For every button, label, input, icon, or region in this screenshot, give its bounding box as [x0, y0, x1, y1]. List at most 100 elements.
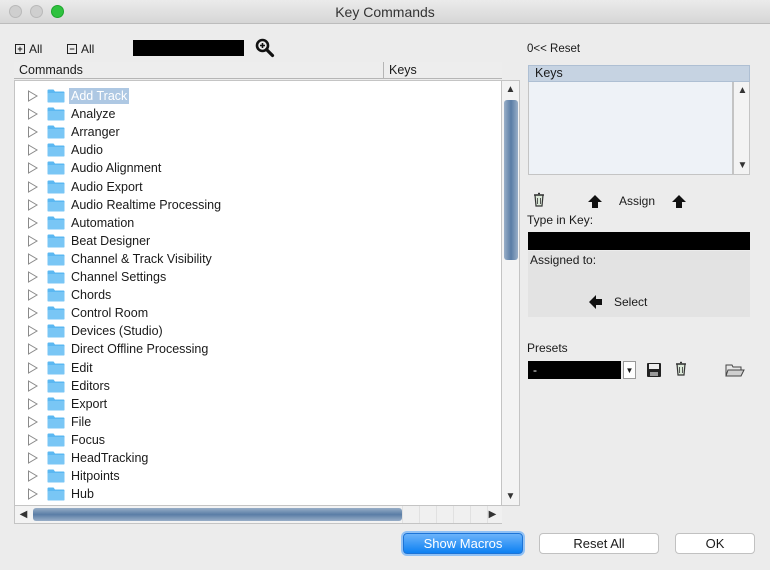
- disclosure-triangle-icon[interactable]: [27, 325, 38, 338]
- command-category-row[interactable]: Direct Offline Processing: [15, 340, 501, 358]
- disclosure-triangle-icon[interactable]: [27, 343, 38, 356]
- command-category-row[interactable]: Channel & Track Visibility: [15, 250, 501, 268]
- command-category-row[interactable]: Beat Designer: [15, 232, 501, 250]
- disclosure-triangle-icon[interactable]: [27, 108, 38, 120]
- command-category-label: Channel Settings: [71, 270, 167, 284]
- folder-icon: [47, 361, 65, 374]
- disclosure-triangle-icon[interactable]: [27, 180, 38, 193]
- command-category-row[interactable]: Export: [15, 395, 501, 413]
- command-category-label: Hitpoints: [71, 469, 120, 484]
- disclosure-triangle-icon[interactable]: [27, 379, 38, 392]
- command-category-label: Export: [71, 396, 108, 411]
- trash-icon[interactable]: [673, 361, 689, 377]
- command-category-label: Edit: [71, 360, 93, 375]
- commands-tree[interactable]: Add Track Analyze Arranger Audio Audio Align…: [14, 80, 502, 506]
- disclosure-triangle-icon[interactable]: [27, 162, 38, 175]
- command-category-row[interactable]: Analyze: [15, 105, 501, 123]
- command-category-row[interactable]: Focus: [15, 431, 501, 449]
- command-category-row[interactable]: Chords: [15, 286, 501, 304]
- command-category-label: Audio Export: [71, 179, 143, 194]
- keys-column-header[interactable]: Keys: [384, 62, 502, 79]
- disclosure-triangle-icon[interactable]: [27, 90, 38, 102]
- command-category-row[interactable]: Add Track: [15, 87, 501, 105]
- disclosure-triangle-icon[interactable]: [27, 470, 38, 482]
- commands-vertical-scrollbar[interactable]: ▲ ▼: [502, 80, 520, 506]
- collapse-all-button[interactable]: − All: [67, 42, 94, 56]
- command-category-row[interactable]: Audio Alignment: [15, 159, 501, 177]
- disclosure-triangle-icon[interactable]: [27, 415, 38, 428]
- plus-box-icon: +: [15, 44, 25, 54]
- type-in-key-field[interactable]: [528, 232, 750, 250]
- assign-button[interactable]: Assign: [619, 194, 655, 208]
- command-category-label: Devices (Studio): [71, 324, 163, 339]
- command-category-label: Channel & Track Visibility: [71, 251, 212, 266]
- disclosure-triangle-icon[interactable]: [27, 216, 38, 229]
- left-arrow-icon[interactable]: [588, 294, 604, 310]
- disclosure-triangle-icon[interactable]: [27, 271, 38, 283]
- select-button[interactable]: Select: [614, 295, 647, 309]
- command-category-row[interactable]: Channel Settings: [15, 268, 501, 286]
- reset-button[interactable]: 0<< Reset: [527, 43, 580, 55]
- disclosure-triangle-icon[interactable]: [27, 307, 38, 320]
- assigned-keys-list[interactable]: [528, 82, 733, 175]
- command-category-row[interactable]: Audio Export: [15, 178, 501, 196]
- disclosure-triangle-icon[interactable]: [27, 198, 38, 211]
- up-arrow-icon[interactable]: [587, 194, 603, 210]
- folder-icon: [47, 451, 65, 465]
- command-category-row[interactable]: Arranger: [15, 123, 501, 141]
- keys-list-scrollbar[interactable]: ▲ ▼: [733, 82, 750, 175]
- show-macros-button[interactable]: Show Macros: [403, 533, 523, 554]
- keys-scroll-up-arrow-icon[interactable]: ▲: [734, 82, 751, 99]
- command-category-row[interactable]: Control Room: [15, 304, 501, 322]
- command-category-label: HeadTracking: [71, 451, 149, 465]
- command-category-row[interactable]: File: [15, 413, 501, 431]
- disclosure-triangle-icon[interactable]: [27, 361, 38, 374]
- presets-label: Presets: [527, 341, 568, 355]
- horizontal-scroll-thumb[interactable]: [33, 508, 402, 521]
- search-input[interactable]: [133, 40, 244, 56]
- assigned-to-label: Assigned to:: [530, 253, 597, 267]
- keys-horizontal-scroll-track: ▶: [402, 506, 502, 524]
- disclosure-triangle-icon[interactable]: [27, 488, 38, 501]
- command-category-row[interactable]: Devices (Studio): [15, 322, 501, 340]
- reset-all-button[interactable]: Reset All: [539, 533, 659, 554]
- disclosure-triangle-icon[interactable]: [27, 397, 38, 410]
- disclosure-triangle-icon[interactable]: [27, 234, 38, 247]
- command-category-row[interactable]: Edit: [15, 359, 501, 377]
- disclosure-triangle-icon[interactable]: [27, 253, 38, 265]
- scroll-down-arrow-icon[interactable]: ▼: [502, 488, 519, 505]
- scroll-right-arrow-icon[interactable]: ▶: [484, 506, 501, 523]
- trash-icon[interactable]: [531, 192, 547, 208]
- open-folder-icon[interactable]: [725, 362, 745, 378]
- command-category-row[interactable]: Audio Realtime Processing: [15, 196, 501, 214]
- scroll-up-arrow-icon[interactable]: ▲: [502, 81, 519, 98]
- disclosure-triangle-icon[interactable]: [27, 144, 38, 157]
- save-icon[interactable]: [646, 362, 662, 378]
- disclosure-triangle-icon[interactable]: [27, 289, 38, 301]
- disclosure-triangle-icon[interactable]: [27, 434, 38, 446]
- command-category-row[interactable]: Hitpoints: [15, 467, 501, 485]
- command-category-row[interactable]: Hub: [15, 485, 501, 503]
- preset-select[interactable]: -: [528, 361, 621, 379]
- search-icon[interactable]: [255, 38, 275, 58]
- command-category-label: Focus: [71, 432, 106, 447]
- up-arrow-icon[interactable]: [671, 194, 687, 210]
- disclosure-triangle-icon[interactable]: [27, 452, 38, 464]
- vertical-scroll-thumb[interactable]: [504, 100, 518, 260]
- ok-button[interactable]: OK: [675, 533, 755, 554]
- command-category-row[interactable]: Editors: [15, 377, 501, 395]
- minus-box-icon: −: [67, 44, 77, 54]
- keys-scroll-down-arrow-icon[interactable]: ▼: [734, 157, 751, 174]
- folder-icon: [47, 324, 65, 338]
- disclosure-triangle-icon[interactable]: [27, 126, 38, 139]
- expand-all-button[interactable]: + All: [15, 42, 42, 56]
- chevron-down-icon[interactable]: ▼: [623, 361, 636, 379]
- folder-icon: [47, 397, 65, 411]
- command-category-row[interactable]: Automation: [15, 214, 501, 232]
- scroll-left-arrow-icon[interactable]: ◀: [15, 506, 32, 523]
- command-category-label: Hub: [71, 487, 94, 502]
- folder-icon: [47, 288, 65, 302]
- commands-column-header[interactable]: Commands: [14, 62, 384, 79]
- command-category-row[interactable]: HeadTracking: [15, 449, 501, 467]
- command-category-row[interactable]: Audio: [15, 141, 501, 159]
